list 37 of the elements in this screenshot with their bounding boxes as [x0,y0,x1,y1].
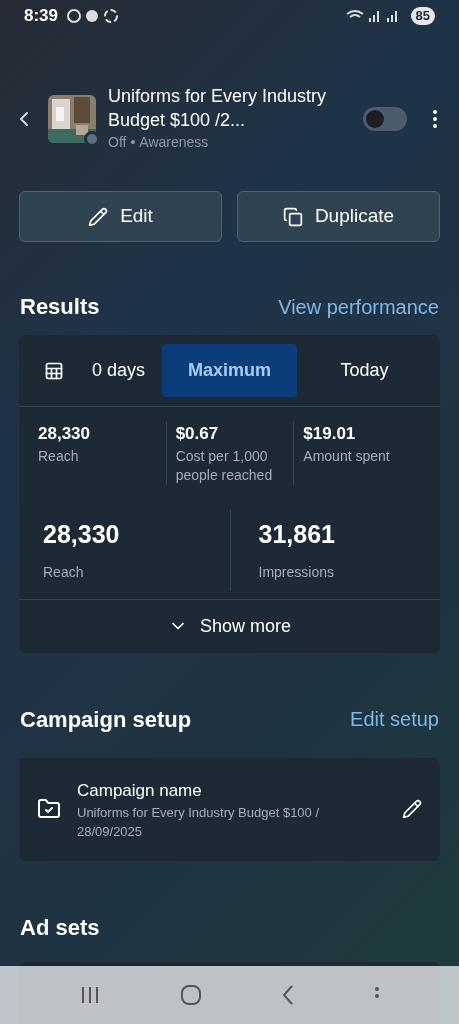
metric-value: 31,861 [258,519,336,551]
section-heading: Campaign setup [20,705,192,734]
recent-apps-icon[interactable] [80,986,101,1004]
status-label: Off [108,133,127,152]
calendar-icon [43,360,64,381]
edit-button[interactable]: Edit [19,191,222,242]
metric-label: Amount spent [303,446,391,466]
metric-label: Reach [43,562,85,582]
edit-setup-link[interactable]: Edit setup [350,704,439,734]
metric-label: Reach [38,446,80,466]
back-icon[interactable] [281,985,294,1005]
field-value: Uniforms for Every Industry Budget $100 / 28/09/2025 [77,804,321,841]
section-heading: Ad sets [19,914,101,942]
section-heading: Results [20,293,100,321]
metric-value: 28,330 [43,519,121,551]
show-more-button[interactable]: Show more [19,598,440,653]
battery-indicator: 85 [410,7,435,25]
metric-label: Cost per 1,000 people reached [175,446,274,485]
field-label: Campaign name [77,779,203,802]
objective-label: Awareness [139,133,209,152]
date-range-tab[interactable]: Today [297,344,432,397]
home-icon[interactable] [181,985,202,1005]
copy-icon [282,206,303,227]
pencil-icon [88,206,109,227]
date-range-tab[interactable]: 0 days [27,344,162,397]
pencil-icon[interactable] [402,799,422,820]
date-range-tab[interactable]: Maximum [162,344,297,397]
duplicate-button[interactable]: Duplicate [237,191,440,242]
status-time: 8:39 [24,5,59,28]
metric-label: Impressions [258,562,335,582]
view-performance-link[interactable]: View performance [278,291,439,322]
campaign-title: Uniforms for Every Industry Budget $100 /2... [108,85,328,132]
separator-dot: • [130,133,136,152]
metric-value: $19.01 [303,423,357,445]
metric-value: $0.67 [175,423,220,445]
toggle-switch[interactable] [363,106,407,131]
metric-value: 28,330 [38,423,91,445]
